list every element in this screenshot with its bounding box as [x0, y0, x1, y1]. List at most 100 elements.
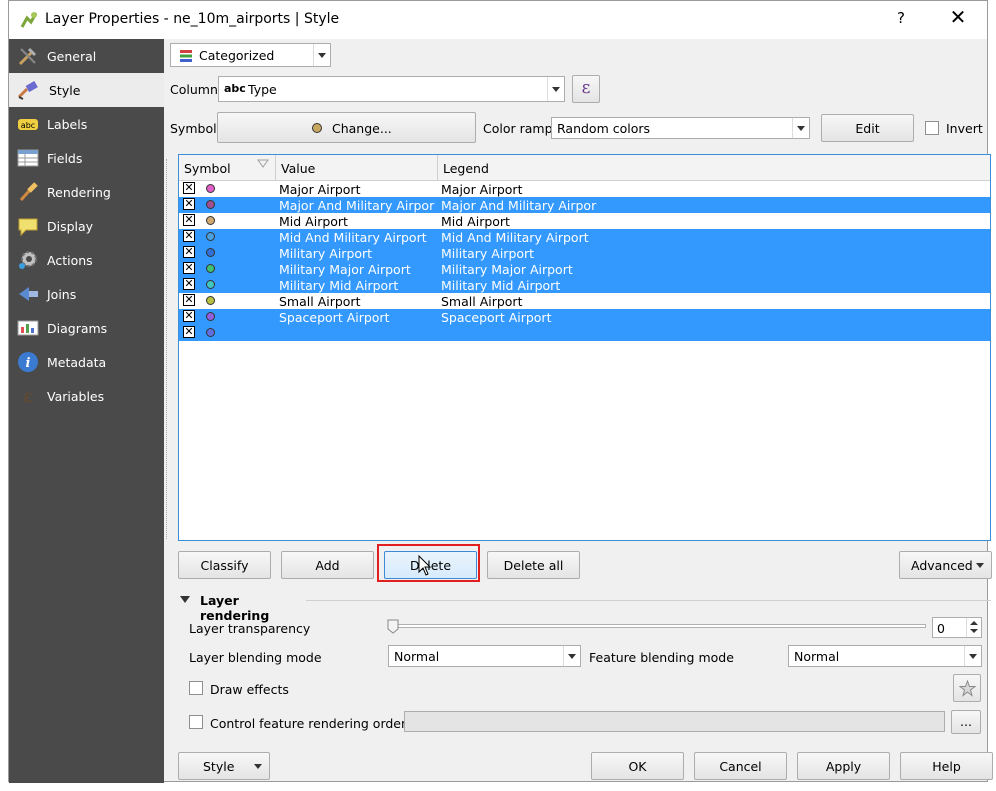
row-legend[interactable]: Spaceport Airport: [441, 310, 551, 325]
symbol-swatch-icon[interactable]: [206, 312, 215, 321]
advanced-button[interactable]: Advanced: [899, 551, 992, 579]
change-label: Change...: [332, 121, 392, 136]
column-select[interactable]: abc Type: [218, 76, 565, 102]
symbol-swatch-icon[interactable]: [206, 264, 215, 273]
layer-blending-select[interactable]: Normal: [388, 645, 581, 667]
row-legend[interactable]: Military Airport: [441, 246, 534, 261]
effects-button[interactable]: [953, 674, 981, 702]
row-visibility-checkbox[interactable]: ✕: [183, 214, 195, 226]
symbol-swatch-icon[interactable]: [206, 248, 215, 257]
table-row[interactable]: ✕ Mid Airport Mid Airport: [179, 213, 990, 229]
renderer-select[interactable]: Categorized: [170, 43, 331, 67]
column-header-value[interactable]: Value: [276, 155, 438, 180]
ellipsis-label: ...: [960, 714, 972, 729]
row-legend[interactable]: Small Airport: [441, 294, 522, 309]
symbol-swatch-icon[interactable]: [206, 296, 215, 305]
table-row[interactable]: ✕ Major Airport Major Airport: [179, 181, 990, 197]
row-legend[interactable]: Military Major Airport: [441, 262, 573, 277]
row-legend[interactable]: Mid Airport: [441, 214, 510, 229]
row-value[interactable]: Spaceport Airport: [279, 310, 389, 325]
table-row[interactable]: ✕ Major And Military Airpor Major And Mili…: [179, 197, 990, 213]
feature-blending-select[interactable]: Normal: [788, 645, 982, 667]
row-value[interactable]: Major And Military Airpor: [279, 198, 434, 213]
sidebar-item-style[interactable]: Style: [9, 73, 164, 107]
spin-buttons[interactable]: [966, 618, 981, 637]
help-icon[interactable]: ?: [889, 9, 913, 27]
row-value[interactable]: Mid Airport: [279, 214, 348, 229]
sidebar-item-joins[interactable]: Joins: [9, 277, 164, 311]
close-icon[interactable]: ✕: [944, 5, 972, 29]
sidebar-item-variables[interactable]: ε Variables: [9, 379, 164, 413]
table-row[interactable]: ✕: [179, 325, 990, 341]
row-visibility-checkbox[interactable]: ✕: [183, 310, 195, 322]
sidebar-item-label: Style: [49, 83, 81, 98]
row-visibility-checkbox[interactable]: ✕: [183, 198, 195, 210]
help-button[interactable]: Help: [900, 752, 993, 780]
cancel-button[interactable]: Cancel: [694, 752, 787, 780]
row-visibility-checkbox[interactable]: ✕: [183, 246, 195, 258]
header-label: Legend: [443, 161, 489, 176]
row-value[interactable]: Mid And Military Airport: [279, 230, 427, 245]
row-value[interactable]: Military Major Airport: [279, 262, 411, 277]
color-ramp-select[interactable]: Random colors: [551, 117, 810, 139]
layer-rendering-header[interactable]: Layer rendering: [178, 592, 306, 623]
sidebar-item-display[interactable]: Display: [9, 209, 164, 243]
row-legend[interactable]: Mid And Military Airport: [441, 230, 589, 245]
epsilon-icon: ε: [24, 387, 33, 407]
sidebar-item-diagrams[interactable]: Diagrams: [9, 311, 164, 345]
transparency-spinbox[interactable]: 0: [932, 617, 982, 638]
rendering-order-button[interactable]: ...: [951, 710, 981, 734]
style-menu-button[interactable]: Style: [178, 752, 270, 780]
delete-all-label: Delete all: [503, 558, 564, 573]
transparency-slider[interactable]: [392, 624, 926, 628]
delete-all-button[interactable]: Delete all: [487, 551, 580, 579]
table-row[interactable]: ✕ Military Airport Military Airport: [179, 245, 990, 261]
symbol-swatch-icon[interactable]: [206, 216, 215, 225]
ok-button[interactable]: OK: [591, 752, 684, 780]
table-row[interactable]: ✕ Mid And Military Airport Mid And Militar…: [179, 229, 990, 245]
table-row[interactable]: ✕ Spaceport Airport Spaceport Airport: [179, 309, 990, 325]
sidebar-item-fields[interactable]: Fields: [9, 141, 164, 175]
row-visibility-checkbox[interactable]: ✕: [183, 278, 195, 290]
symbol-swatch-icon[interactable]: [206, 328, 215, 337]
row-legend[interactable]: Major And Military Airpor: [441, 198, 596, 213]
categories-table[interactable]: Symbol Value Legend ✕ Major Airport Major …: [178, 154, 991, 541]
control-order-checkbox[interactable]: [189, 715, 203, 729]
sidebar-item-metadata[interactable]: i Metadata: [9, 345, 164, 379]
apply-button[interactable]: Apply: [797, 752, 890, 780]
column-header-legend[interactable]: Legend: [438, 155, 990, 180]
symbol-swatch-icon[interactable]: [206, 184, 215, 193]
symbol-swatch-icon[interactable]: [206, 200, 215, 209]
invert-checkbox[interactable]: [925, 121, 939, 135]
symbol-swatch-icon[interactable]: [206, 280, 215, 289]
row-visibility-checkbox[interactable]: ✕: [183, 326, 195, 338]
row-legend[interactable]: Military Mid Airport: [441, 278, 560, 293]
table-row[interactable]: ✕ Small Airport Small Airport: [179, 293, 990, 309]
sidebar-item-general[interactable]: General: [9, 39, 164, 73]
symbol-preview-icon: [312, 123, 322, 133]
edit-color-ramp-button[interactable]: Edit: [821, 114, 914, 142]
sidebar-item-rendering[interactable]: Rendering: [9, 175, 164, 209]
slider-handle[interactable]: [387, 619, 399, 634]
row-legend[interactable]: Major Airport: [441, 182, 522, 197]
add-button[interactable]: Add: [281, 551, 374, 579]
change-symbol-button[interactable]: Change...: [217, 112, 476, 143]
symbol-swatch-icon[interactable]: [206, 232, 215, 241]
splitter-handle[interactable]: [166, 159, 169, 539]
table-row[interactable]: ✕ Military Mid Airport Military Mid Airpor…: [179, 277, 990, 293]
row-value[interactable]: Major Airport: [279, 182, 360, 197]
sidebar-item-labels[interactable]: abc Labels: [9, 107, 164, 141]
row-visibility-checkbox[interactable]: ✕: [183, 230, 195, 242]
row-value[interactable]: Military Mid Airport: [279, 278, 398, 293]
row-visibility-checkbox[interactable]: ✕: [183, 294, 195, 306]
row-visibility-checkbox[interactable]: ✕: [183, 262, 195, 274]
row-value[interactable]: Small Airport: [279, 294, 360, 309]
row-value[interactable]: Military Airport: [279, 246, 372, 261]
draw-effects-checkbox[interactable]: [189, 681, 203, 695]
sidebar-item-actions[interactable]: Actions: [9, 243, 164, 277]
column-header-symbol[interactable]: Symbol: [179, 155, 276, 180]
expression-button[interactable]: ε: [572, 75, 600, 103]
row-visibility-checkbox[interactable]: ✕: [183, 182, 195, 194]
table-row[interactable]: ✕ Military Major Airport Military Major Ai…: [179, 261, 990, 277]
classify-button[interactable]: Classify: [178, 551, 271, 579]
